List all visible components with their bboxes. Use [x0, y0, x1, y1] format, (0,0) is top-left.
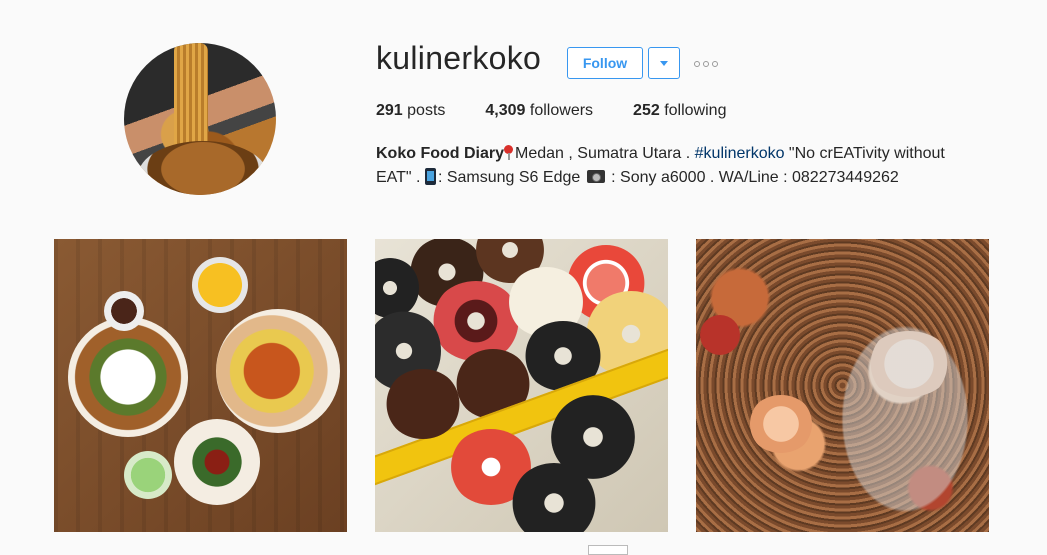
- sausage-image: [700, 315, 740, 355]
- more-dot: [703, 61, 709, 67]
- sambal-bowl-image: [174, 419, 260, 505]
- following-label: following: [664, 102, 727, 119]
- more-dot: [712, 61, 718, 67]
- spoon-image: [830, 309, 980, 529]
- avatar-plate-detail: [138, 141, 268, 195]
- more-options-icon[interactable]: [694, 58, 722, 70]
- iced-tea-glass-image: [124, 451, 172, 499]
- pagination-indicator: [588, 545, 628, 555]
- chevron-down-icon: [660, 60, 668, 66]
- avatar-noodle-detail: [174, 43, 208, 153]
- post-thumbnail-1[interactable]: [54, 239, 347, 532]
- followers-stat[interactable]: 4,309 followers: [485, 102, 593, 120]
- follow-button[interactable]: Follow: [567, 47, 643, 79]
- noodle-plate-image: [216, 309, 340, 433]
- posts-stat: 291 posts: [376, 102, 445, 120]
- rice-plate-image: [68, 317, 188, 437]
- bio-quote: "No crEATivity without: [784, 145, 945, 162]
- posts-count: 291: [376, 102, 403, 119]
- profile-username: kulinerkoko: [376, 40, 542, 76]
- bio-hashtag-link[interactable]: #kulinerkoko: [695, 145, 785, 162]
- posts-label: posts: [407, 102, 446, 119]
- post-thumbnail-2[interactable]: [375, 239, 668, 532]
- following-stat[interactable]: 252 following: [633, 102, 726, 120]
- profile-stats: 291 posts 4,309 followers 252 following: [376, 102, 766, 120]
- following-count: 252: [633, 102, 660, 119]
- profile-bio: Koko Food Diary Medan , Sumatra Utara . #…: [376, 142, 986, 190]
- more-dot: [694, 61, 700, 67]
- followers-label: followers: [529, 102, 594, 119]
- bio-name: Koko Food Diary: [376, 145, 505, 162]
- round-pushpin-icon: [504, 145, 514, 160]
- bio-phone-text: : Samsung S6 Edge: [437, 169, 585, 186]
- mobile-phone-icon: [424, 168, 436, 185]
- drink-glass-image: [192, 257, 248, 313]
- bio-location: Medan , Sumatra Utara .: [515, 145, 695, 162]
- follow-options-button[interactable]: [648, 47, 680, 79]
- followers-count: 4,309: [485, 102, 526, 119]
- bio-quote-end: EAT" .: [376, 169, 425, 186]
- post-thumbnail-3[interactable]: [696, 239, 989, 532]
- bio-camera-text: : Sony a6000 . WA/Line : 082273449262: [606, 169, 899, 186]
- shrimp-image: [748, 395, 814, 453]
- profile-avatar[interactable]: [124, 43, 276, 195]
- camera-icon: [586, 170, 605, 183]
- donut-image: [385, 369, 461, 439]
- sauce-cup-image: [104, 291, 144, 331]
